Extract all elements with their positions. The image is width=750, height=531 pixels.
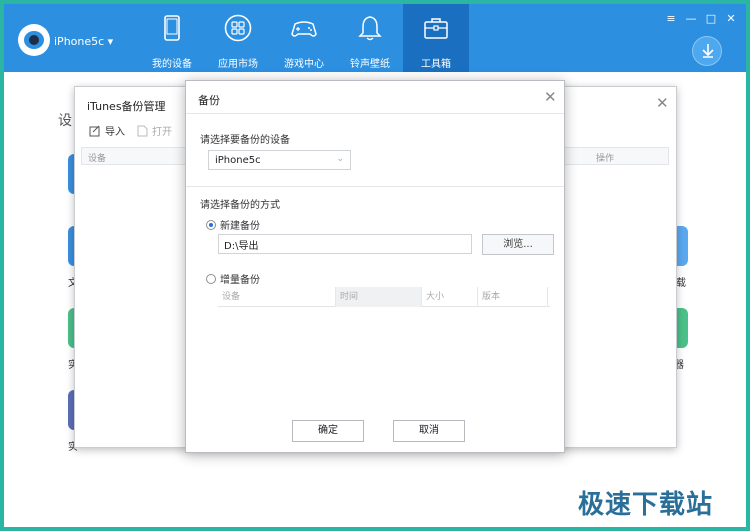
new-backup-radio[interactable]: [206, 219, 216, 230]
tool-tile-label: 载: [676, 278, 686, 289]
tool-tile[interactable]: [676, 308, 688, 348]
bell-icon: [358, 16, 382, 41]
tab-label: 工具箱: [421, 59, 451, 70]
new-backup-option[interactable]: 新建备份: [206, 217, 260, 232]
tab-app-market[interactable]: 应用市场: [205, 4, 271, 72]
window-title: iTunes备份管理: [87, 100, 166, 113]
file-icon: [137, 125, 148, 136]
select-device-label: 请选择要备份的设备: [200, 135, 290, 146]
site-watermark: 极速下载站: [578, 490, 714, 520]
itools-logo-icon: [18, 24, 50, 56]
tab-ringtones[interactable]: 铃声壁纸: [337, 4, 403, 72]
close-icon[interactable]: ✕: [724, 12, 738, 26]
dialog-title: 备份: [198, 94, 220, 107]
open-button[interactable]: 打开: [137, 123, 172, 138]
gamepad-icon: [291, 21, 317, 37]
column-device: 设备: [218, 287, 336, 307]
select-method-label: 请选择备份的方式: [200, 200, 280, 211]
device-selector[interactable]: iPhone5c ▾: [54, 35, 113, 48]
apps-grid-icon: [224, 14, 252, 42]
download-icon: [702, 44, 714, 58]
device-select[interactable]: iPhone5c ⌄: [208, 150, 351, 170]
chevron-down-icon: ⌄: [336, 154, 344, 164]
import-button[interactable]: 导入: [89, 123, 125, 138]
column-time: 时间: [336, 287, 422, 307]
main-nav: 我的设备 应用市场 游戏中心 铃声壁纸 工具箱: [139, 4, 469, 72]
browse-button[interactable]: 浏览...: [482, 234, 554, 255]
close-icon[interactable]: ✕: [656, 96, 669, 111]
incremental-backup-option[interactable]: 增量备份: [206, 271, 260, 286]
tab-toolbox[interactable]: 工具箱: [403, 4, 469, 72]
app-frame: iPhone5c ▾ 我的设备 应用市场 游戏中心 铃声壁纸 工具箱 ≡ — □…: [4, 4, 746, 527]
device-select-value: iPhone5c: [215, 155, 261, 166]
phone-icon: [164, 15, 180, 41]
divider: [186, 113, 564, 114]
incremental-table-header: 设备 时间 大小 版本: [218, 287, 550, 307]
open-label: 打开: [152, 127, 172, 138]
toolbox-icon: [424, 18, 448, 39]
tab-label: 铃声壁纸: [350, 59, 390, 70]
maximize-icon[interactable]: □: [704, 12, 718, 26]
download-button[interactable]: [692, 36, 722, 66]
column-version: 版本: [478, 287, 548, 307]
tab-my-device[interactable]: 我的设备: [139, 4, 205, 72]
import-label: 导入: [105, 127, 125, 138]
column-device: 设备: [88, 154, 107, 164]
tab-game-center[interactable]: 游戏中心: [271, 4, 337, 72]
backup-path-field[interactable]: [218, 234, 472, 254]
top-bar: iPhone5c ▾ 我的设备 应用市场 游戏中心 铃声壁纸 工具箱 ≡ — □…: [4, 4, 746, 72]
new-backup-label: 新建备份: [220, 221, 260, 232]
tool-tile[interactable]: [676, 226, 688, 266]
tab-label: 我的设备: [152, 59, 192, 70]
menu-icon[interactable]: ≡: [664, 12, 678, 26]
divider: [186, 186, 564, 187]
tab-label: 游戏中心: [284, 59, 324, 70]
tab-label: 应用市场: [218, 59, 258, 70]
incremental-backup-label: 增量备份: [220, 275, 260, 286]
column-action: 操作: [596, 154, 615, 164]
ok-button[interactable]: 确定: [292, 420, 364, 442]
backup-dialog: 备份 ✕ 请选择要备份的设备 iPhone5c ⌄ 请选择备份的方式 新建备份 …: [185, 80, 565, 453]
section-title: 设: [58, 113, 72, 129]
minimize-icon[interactable]: —: [684, 12, 698, 26]
incremental-backup-radio[interactable]: [206, 273, 216, 284]
close-icon[interactable]: ✕: [544, 90, 557, 105]
column-size: 大小: [422, 287, 478, 307]
import-icon: [89, 125, 100, 136]
cancel-button[interactable]: 取消: [393, 420, 465, 442]
